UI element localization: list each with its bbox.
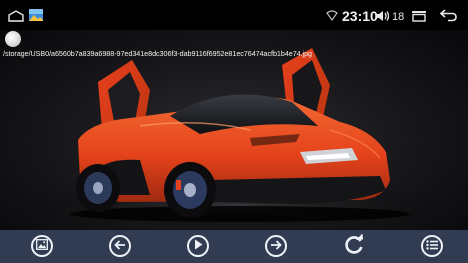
next-button[interactable] (265, 235, 287, 257)
slideshow-button[interactable] (31, 235, 53, 257)
arrow-left-icon (114, 237, 126, 255)
volume-icon (375, 9, 391, 27)
back-icon[interactable] (439, 8, 458, 27)
rotate-button[interactable] (343, 233, 365, 260)
arrow-right-icon (270, 237, 282, 255)
play-icon (193, 237, 203, 255)
image-viewer[interactable]: /storage/USB0/a6560b7a839a6988-97ed341e8… (0, 30, 468, 230)
file-path: /storage/USB0/a6560b7a839a6988-97ed341e8… (3, 49, 313, 58)
toolbar (0, 230, 468, 263)
menu-button[interactable] (421, 235, 443, 257)
home-icon[interactable] (8, 9, 24, 27)
previous-button[interactable] (109, 235, 131, 257)
gallery-icon[interactable] (29, 8, 43, 21)
loading-indicator (5, 31, 21, 47)
photo (15, 48, 455, 227)
recents-icon[interactable] (411, 9, 427, 27)
status-bar: 23:10 18 (0, 0, 468, 30)
wifi-icon (326, 9, 338, 27)
volume-level: 18 (392, 11, 405, 23)
image-gallery-icon (36, 237, 48, 255)
rotate-icon (343, 233, 365, 260)
clock: 23:10 (342, 8, 378, 24)
list-icon (426, 237, 438, 255)
play-button[interactable] (187, 235, 209, 257)
